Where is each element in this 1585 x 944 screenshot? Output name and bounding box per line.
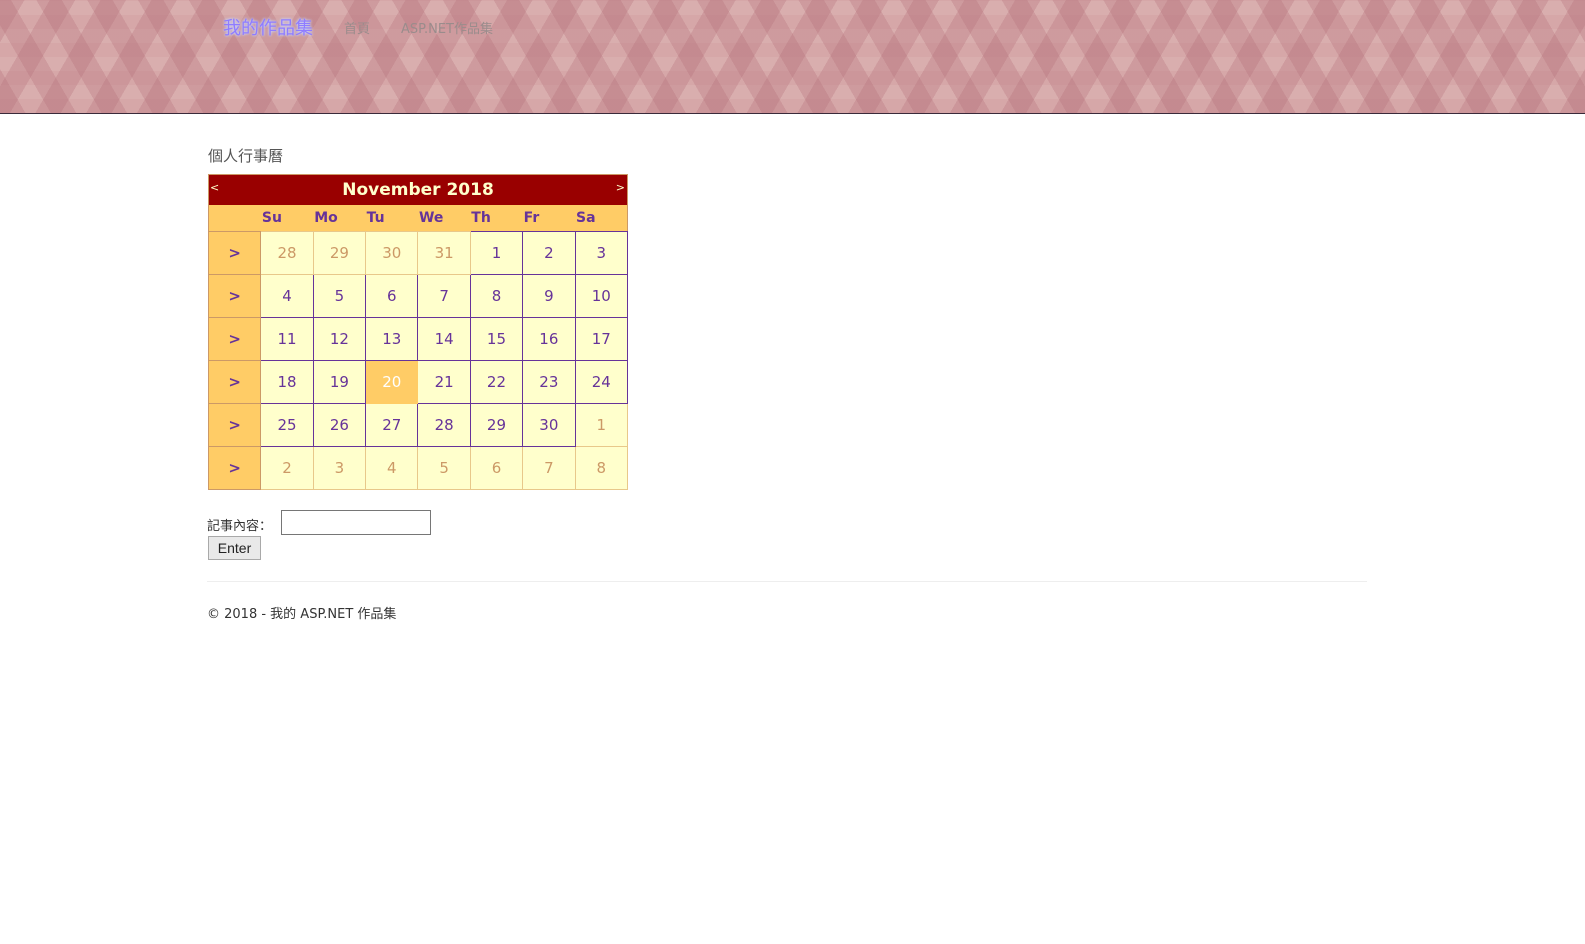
page-title: 個人行事曆 xyxy=(208,147,284,165)
calendar: < November 2018 > Su Mo Tu We Th Fr Sa >… xyxy=(207,174,629,490)
week-selector[interactable]: > xyxy=(207,403,262,447)
footer-copyright: © 2018 - 我的 ASP.NET 作品集 xyxy=(207,607,397,622)
calendar-title-row: < November 2018 > xyxy=(208,174,628,205)
nav-link-aspnet-portfolio[interactable]: ASP.NET作品集 xyxy=(401,18,493,37)
day-cell[interactable]: 29 xyxy=(312,231,367,275)
day-cell[interactable]: 3 xyxy=(574,231,629,275)
day-cell[interactable]: 11 xyxy=(260,317,314,361)
brand-link[interactable]: 我的作品集 xyxy=(223,14,313,40)
day-cell[interactable]: 25 xyxy=(260,403,314,447)
nav-link-home[interactable]: 首頁 xyxy=(344,18,370,37)
memo-label: 記事內容： xyxy=(207,519,273,534)
day-cell[interactable]: 28 xyxy=(260,231,314,275)
day-cell[interactable]: 28 xyxy=(417,403,471,447)
week-selector[interactable]: > xyxy=(207,231,262,275)
day-cell[interactable]: 2 xyxy=(522,231,576,275)
calendar-title: November 2018 xyxy=(342,180,494,200)
day-cell[interactable]: 27 xyxy=(365,403,419,447)
day-header: Sa xyxy=(575,205,628,232)
day-cell[interactable]: 30 xyxy=(365,231,419,275)
day-header: Tu xyxy=(365,205,418,232)
day-cell[interactable]: 15 xyxy=(469,317,524,361)
week-row: > 28 29 30 31 1 2 3 xyxy=(207,231,629,275)
day-cell[interactable]: 19 xyxy=(312,360,367,404)
enter-button[interactable]: Enter xyxy=(208,536,261,560)
navbar: 我的作品集 首頁 ASP.NET作品集 xyxy=(0,0,1585,114)
day-cell[interactable]: 26 xyxy=(312,403,367,447)
day-cell[interactable]: 2 xyxy=(260,446,314,490)
day-cell[interactable]: 18 xyxy=(260,360,314,404)
day-cell[interactable]: 9 xyxy=(522,274,576,318)
week-selector[interactable]: > xyxy=(207,274,262,318)
day-cell[interactable]: 21 xyxy=(417,360,471,404)
day-header: Mo xyxy=(313,205,366,232)
day-cell[interactable]: 5 xyxy=(312,274,367,318)
week-row: > 11 12 13 14 15 16 17 xyxy=(207,317,629,361)
week-selector[interactable]: > xyxy=(207,446,262,490)
day-cell[interactable]: 31 xyxy=(417,231,471,275)
day-cell[interactable]: 16 xyxy=(522,317,576,361)
day-cell[interactable]: 5 xyxy=(417,446,471,490)
day-cell[interactable]: 8 xyxy=(574,446,629,490)
day-header-row: Su Mo Tu We Th Fr Sa xyxy=(208,205,628,232)
selected-day-cell[interactable]: 20 xyxy=(365,360,419,404)
day-cell[interactable]: 17 xyxy=(574,317,629,361)
week-row: > 18 19 20 21 22 23 24 xyxy=(207,360,629,404)
day-cell[interactable]: 23 xyxy=(522,360,576,404)
memo-input[interactable] xyxy=(281,510,431,535)
day-cell[interactable]: 4 xyxy=(260,274,314,318)
day-cell[interactable]: 13 xyxy=(365,317,419,361)
day-cell[interactable]: 7 xyxy=(417,274,471,318)
day-header-spacer xyxy=(208,205,261,232)
day-cell[interactable]: 22 xyxy=(469,360,524,404)
prev-month-link[interactable]: < xyxy=(210,181,219,194)
week-row: > 4 5 6 7 8 9 10 xyxy=(207,274,629,318)
day-cell[interactable]: 4 xyxy=(365,446,419,490)
day-cell[interactable]: 12 xyxy=(312,317,367,361)
day-cell[interactable]: 3 xyxy=(312,446,367,490)
day-cell[interactable]: 24 xyxy=(574,360,629,404)
day-cell[interactable]: 6 xyxy=(469,446,524,490)
next-month-link[interactable]: > xyxy=(616,181,625,194)
day-header: We xyxy=(417,205,471,232)
day-header: Su xyxy=(260,205,314,232)
week-selector[interactable]: > xyxy=(207,360,262,404)
day-cell[interactable]: 8 xyxy=(469,274,524,318)
day-header: Fr xyxy=(522,205,576,232)
day-cell[interactable]: 1 xyxy=(574,403,629,447)
day-cell[interactable]: 14 xyxy=(417,317,471,361)
footer-divider xyxy=(207,581,1367,582)
day-cell[interactable]: 30 xyxy=(522,403,576,447)
day-cell[interactable]: 6 xyxy=(365,274,419,318)
day-cell[interactable]: 29 xyxy=(469,403,524,447)
week-row: > 25 26 27 28 29 30 1 xyxy=(207,403,629,447)
week-selector[interactable]: > xyxy=(207,317,262,361)
day-cell[interactable]: 1 xyxy=(469,231,524,275)
day-cell[interactable]: 7 xyxy=(522,446,576,490)
day-cell[interactable]: 10 xyxy=(574,274,629,318)
day-header: Th xyxy=(470,205,523,232)
week-row: > 2 3 4 5 6 7 8 xyxy=(207,446,629,490)
